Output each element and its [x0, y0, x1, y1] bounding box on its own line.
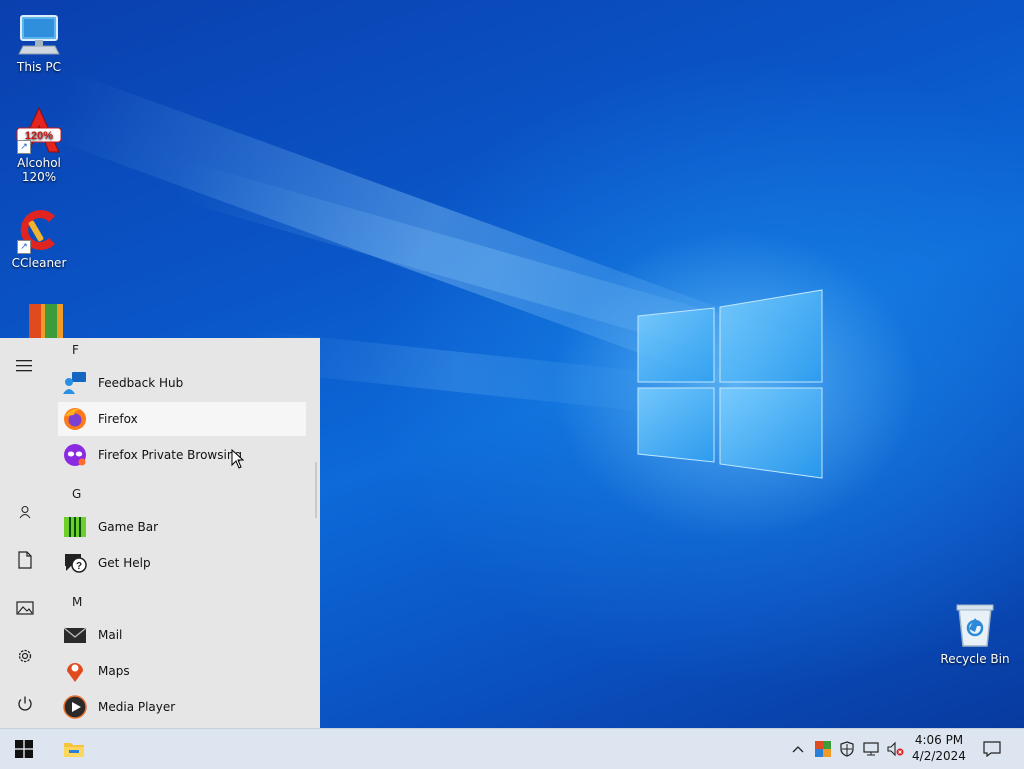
game-bar-icon [62, 514, 88, 540]
app-item-game-bar[interactable]: Game Bar [58, 510, 306, 544]
app-item-maps[interactable]: Maps [58, 654, 306, 688]
app-item-feedback-hub[interactable]: Feedback Hub [58, 366, 306, 400]
volume-muted-icon [887, 741, 904, 757]
firefox-private-icon [62, 442, 88, 468]
app-item-mail[interactable]: Mail [58, 618, 306, 652]
tray-app-button[interactable] [812, 729, 834, 769]
clock-time: 4:06 PM [914, 733, 964, 747]
show-hidden-icons-button[interactable] [788, 729, 808, 769]
shortcut-arrow-icon: ↗ [17, 240, 31, 254]
maps-icon [62, 658, 88, 684]
media-player-icon [62, 694, 88, 720]
defender-app-icon [815, 741, 831, 757]
recycle-bin-icon [951, 602, 999, 650]
svg-text:?: ? [76, 561, 82, 572]
desktop-icon-ccleaner[interactable]: ↗ CCleaner [0, 206, 78, 270]
app-name: Media Player [98, 700, 176, 714]
security-shield-icon [840, 741, 854, 757]
section-header-f[interactable]: F [72, 343, 79, 357]
pictures-icon [16, 601, 34, 615]
settings-button[interactable] [0, 634, 50, 678]
app-name: Maps [98, 664, 130, 678]
firefox-icon [62, 406, 88, 432]
windows-start-icon [15, 740, 33, 758]
hamburger-menu-icon [16, 360, 32, 372]
app-item-get-help[interactable]: ? Get Help [58, 546, 306, 580]
file-explorer-button[interactable] [50, 729, 98, 769]
clock-date: 4/2/2024 [912, 749, 966, 763]
app-name: Game Bar [98, 520, 159, 534]
start-button[interactable] [0, 729, 48, 769]
computer-icon [15, 10, 63, 58]
user-icon [19, 506, 31, 519]
folder-icon [64, 743, 84, 757]
section-header-g[interactable]: G [72, 487, 81, 501]
network-tray-button[interactable] [860, 729, 882, 769]
app-list: F Feedback Hub Firefox Firefox Private B… [54, 338, 314, 728]
windows-logo-wallpaper [637, 289, 823, 479]
desktop-icon-recycle-bin[interactable]: Recycle Bin [936, 602, 1014, 666]
alcohol-120-icon: 120% ↗ [15, 106, 63, 154]
app-name: Mail [98, 628, 123, 642]
expand-menu-button[interactable] [0, 344, 50, 388]
app-item-media-player[interactable]: Media Player [58, 690, 306, 724]
desktop-icon-label: This PC [17, 60, 61, 74]
start-menu-rail [0, 338, 50, 728]
app-name: Feedback Hub [98, 376, 184, 390]
pictures-button[interactable] [0, 586, 50, 630]
app-item-firefox[interactable]: Firefox [58, 402, 306, 436]
shortcut-arrow-icon: ↗ [17, 140, 31, 154]
desktop-icon-this-pc[interactable]: This PC [0, 10, 78, 74]
gear-icon [18, 649, 32, 663]
app-name: Get Help [98, 556, 151, 570]
desktop-icon-alcohol[interactable]: 120% ↗ Alcohol 120% [0, 106, 78, 184]
taskbar: 4:06 PM 4/2/2024 [0, 728, 1024, 769]
app-item-firefox-private[interactable]: Firefox Private Browsing [58, 438, 306, 472]
power-button[interactable] [0, 682, 50, 726]
feedback-hub-icon [62, 370, 88, 396]
user-account-button[interactable] [0, 490, 50, 534]
document-icon [18, 551, 32, 569]
ccleaner-icon: ↗ [15, 206, 63, 254]
documents-button[interactable] [0, 538, 50, 582]
notification-icon [983, 741, 1001, 757]
app-name: Firefox Private Browsing [98, 448, 243, 462]
app-list-scrollbar[interactable] [315, 462, 317, 518]
desktop-icon-label: Alcohol 120% [17, 156, 61, 184]
taskbar-clock[interactable]: 4:06 PM 4/2/2024 [905, 732, 973, 764]
volume-tray-button[interactable] [884, 729, 906, 769]
desktop-icon-label: CCleaner [11, 256, 67, 270]
mouse-cursor-icon [231, 449, 245, 469]
chevron-up-icon [792, 746, 804, 753]
get-help-icon: ? [62, 550, 88, 576]
desktop-icon-label: Recycle Bin [940, 652, 1010, 666]
mail-icon [62, 622, 88, 648]
network-icon [863, 742, 879, 756]
power-icon [18, 696, 32, 711]
start-menu: F Feedback Hub Firefox Firefox Private B… [0, 338, 320, 728]
app-name: Firefox [98, 412, 138, 426]
action-center-button[interactable] [978, 729, 1006, 769]
security-tray-button[interactable] [836, 729, 858, 769]
section-header-m[interactable]: M [72, 595, 82, 609]
